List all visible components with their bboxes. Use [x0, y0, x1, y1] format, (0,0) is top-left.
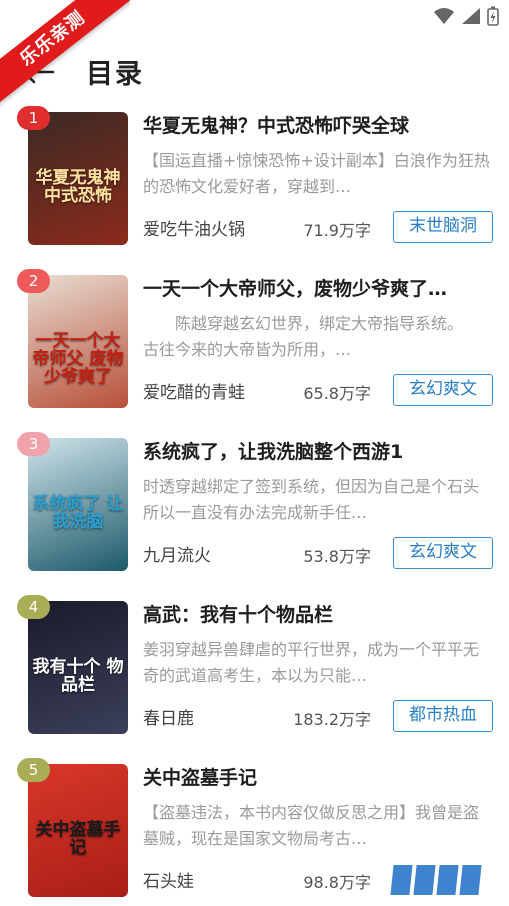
book-description: 姜羽穿越异兽肆虐的平行世界，成为一个平平无奇的武道高考生，本以为只能… — [143, 640, 480, 685]
book-list-item[interactable]: 2 一天一个大帝师父 废物少爷爽了 一天一个大帝师父，废物少爷爽了… 陈越穿越玄幻世… — [0, 269, 509, 438]
book-title[interactable]: 高武：我有十个物品栏 — [143, 601, 493, 629]
book-description: 陈越穿越玄幻世界，绑定大帝指导系统。 古往今来的大帝皆为所用，… — [143, 314, 488, 359]
book-cover[interactable]: 一天一个大帝师父 废物少爷爽了 — [28, 275, 128, 408]
book-word-count: 71.9万字 — [303, 221, 371, 240]
corner-ribbon: 乐乐亲测 — [0, 0, 130, 110]
book-info: 系统疯了，让我洗脑整个西游1 时透穿越绑定了签到系统，但因为自己是个石头所以一直没… — [143, 438, 493, 571]
book-description: 时透穿越绑定了签到系统，但因为自己是个石头所以一直没有办法完成新手任… — [143, 477, 480, 522]
genre-tag[interactable]: 玄幻爽文 — [393, 374, 493, 406]
signal-icon — [462, 8, 480, 24]
book-list-item[interactable]: 1 华夏无鬼神中式恐怖 华夏无鬼神？中式恐怖吓哭全球 【国运直播+惊悚恐怖+设计副本】… — [0, 106, 509, 275]
bottom-decoration — [390, 865, 482, 895]
book-list: 1 华夏无鬼神中式恐怖 华夏无鬼神？中式恐怖吓哭全球 【国运直播+惊悚恐怖+设计副本】… — [0, 106, 509, 906]
book-author: 春日鹿 — [143, 709, 194, 729]
wifi-icon — [434, 8, 454, 24]
cover-title: 关中盗墓手记 — [35, 820, 121, 858]
genre-tag[interactable]: 末世脑洞 — [393, 211, 493, 243]
cover-title: 华夏无鬼神中式恐怖 — [35, 168, 121, 206]
rank-badge: 5 — [17, 758, 50, 782]
book-cover[interactable]: 我有十个 物品栏 — [28, 601, 128, 734]
book-meta: 爱吃牛油火锅 71.9万字 末世脑洞 — [143, 211, 493, 243]
genre-tag[interactable]: 玄幻爽文 — [393, 537, 493, 569]
book-meta: 春日鹿 183.2万字 都市热血 — [143, 700, 493, 732]
book-title[interactable]: 关中盗墓手记 — [143, 764, 493, 792]
book-word-count: 53.8万字 — [303, 547, 371, 566]
book-description: 【国运直播+惊悚恐怖+设计副本】白浪作为狂热的恐怖文化爱好者，穿越到… — [143, 151, 490, 196]
cover-title: 一天一个大帝师父 废物少爷爽了 — [32, 331, 124, 387]
book-title[interactable]: 系统疯了，让我洗脑整个西游1 — [143, 438, 493, 466]
rank-badge: 3 — [17, 432, 50, 456]
rank-badge: 4 — [17, 595, 50, 619]
book-title[interactable]: 一天一个大帝师父，废物少爷爽了… — [143, 275, 493, 303]
book-word-count: 98.8万字 — [303, 873, 371, 892]
rank-badge: 2 — [17, 269, 50, 293]
book-info: 华夏无鬼神？中式恐怖吓哭全球【国运直播+惊悚恐怖+设计副本】白浪作为狂热的恐怖文… — [143, 112, 493, 245]
book-cover[interactable]: 关中盗墓手记 — [28, 764, 128, 897]
book-info: 高武：我有十个物品栏姜羽穿越异兽肆虐的平行世界，成为一个平平无奇的武道高考生，本… — [143, 601, 493, 734]
book-list-item[interactable]: 4 我有十个 物品栏 高武：我有十个物品栏姜羽穿越异兽肆虐的平行世界，成为一个平平无… — [0, 595, 509, 764]
genre-tag[interactable]: 都市热血 — [393, 700, 493, 732]
cover-title: 系统疯了 让我洗脑 — [32, 494, 124, 532]
battery-charging-icon — [487, 6, 499, 26]
book-author: 爱吃醋的青蛙 — [143, 383, 245, 403]
book-word-count: 65.8万字 — [303, 384, 371, 403]
book-meta: 九月流火 53.8万字 玄幻爽文 — [143, 537, 493, 569]
cover-title: 我有十个 物品栏 — [32, 657, 124, 695]
ribbon-label: 乐乐亲测 — [0, 0, 130, 110]
book-author: 爱吃牛油火锅 — [143, 220, 245, 240]
book-title[interactable]: 华夏无鬼神？中式恐怖吓哭全球 — [143, 112, 493, 140]
book-list-item[interactable]: 3 系统疯了 让我洗脑 系统疯了，让我洗脑整个西游1 时透穿越绑定了签到系统，但因为自… — [0, 432, 509, 601]
book-description: 【盗墓违法，本书内容仅做反思之用】我曾是盗墓贼，现在是国家文物局考古… — [143, 803, 480, 848]
book-word-count: 183.2万字 — [293, 710, 371, 729]
book-cover[interactable]: 华夏无鬼神中式恐怖 — [28, 112, 128, 245]
book-cover[interactable]: 系统疯了 让我洗脑 — [28, 438, 128, 571]
book-author: 石头娃 — [143, 872, 194, 892]
book-meta: 爱吃醋的青蛙 65.8万字 玄幻爽文 — [143, 374, 493, 406]
book-author: 九月流火 — [143, 546, 211, 566]
book-info: 一天一个大帝师父，废物少爷爽了… 陈越穿越玄幻世界，绑定大帝指导系统。 古往今来… — [143, 275, 493, 408]
